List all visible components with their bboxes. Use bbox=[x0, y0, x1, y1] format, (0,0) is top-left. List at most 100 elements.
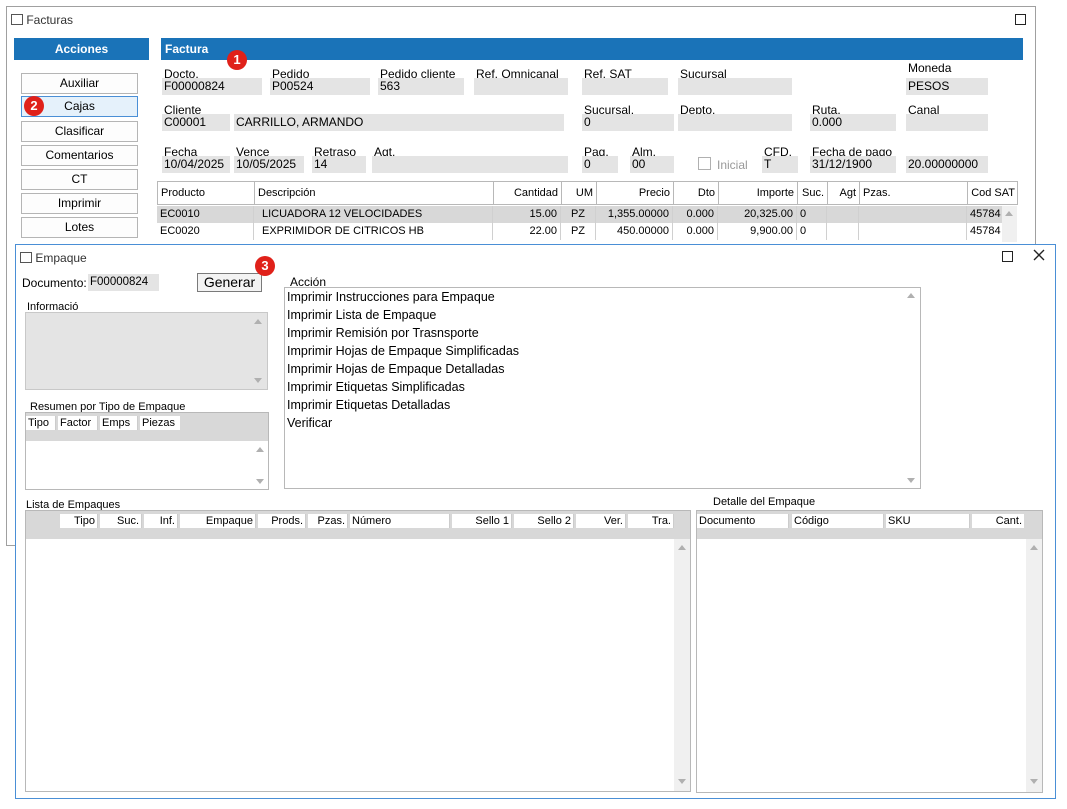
resumen-col-tipo[interactable]: Tipo bbox=[26, 416, 56, 430]
scroll-up-icon[interactable] bbox=[678, 545, 686, 550]
cliente-code-field[interactable]: C00001 bbox=[162, 114, 230, 131]
scroll-down-icon[interactable] bbox=[1030, 779, 1038, 784]
detalle-col-sku[interactable]: SKU bbox=[886, 514, 970, 528]
scroll-up-icon[interactable] bbox=[254, 319, 262, 324]
col-dto[interactable]: Dto bbox=[674, 182, 719, 204]
accion-item-hojas-detalladas[interactable]: Imprimir Hojas de Empaque Detalladas bbox=[285, 360, 920, 378]
sucursal2-field[interactable]: 0 bbox=[582, 114, 674, 131]
ruta-field[interactable]: 0.000 bbox=[810, 114, 896, 131]
fecha-pago-field[interactable]: 31/12/1900 bbox=[810, 156, 896, 173]
resumen-col-factor[interactable]: Factor bbox=[58, 416, 98, 430]
lista-col-prods[interactable]: Prods. bbox=[258, 514, 306, 528]
product-grid-scrollbar[interactable] bbox=[1002, 206, 1017, 242]
retraso-field[interactable]: 14 bbox=[312, 156, 366, 173]
alm-field[interactable]: 00 bbox=[630, 156, 674, 173]
scroll-down-icon[interactable] bbox=[256, 479, 264, 484]
sidebar-button-lotes[interactable]: Lotes bbox=[21, 217, 138, 238]
accion-item-instrucciones[interactable]: Imprimir Instrucciones para Empaque bbox=[285, 288, 920, 306]
accion-item-hojas-simplificadas[interactable]: Imprimir Hojas de Empaque Simplificadas bbox=[285, 342, 920, 360]
accion-item-verificar[interactable]: Verificar bbox=[285, 414, 920, 432]
accion-item-lista[interactable]: Imprimir Lista de Empaque bbox=[285, 306, 920, 324]
cell-importe: 20,325.00 bbox=[718, 206, 797, 223]
sidebar-button-auxiliar[interactable]: Auxiliar bbox=[21, 73, 138, 94]
vence-field[interactable]: 10/05/2025 bbox=[234, 156, 304, 173]
lista-col-suc[interactable]: Suc. bbox=[100, 514, 142, 528]
col-pzas[interactable]: Pzas. bbox=[860, 182, 968, 204]
lista-scrollbar[interactable] bbox=[674, 539, 690, 791]
col-importe[interactable]: Importe bbox=[719, 182, 798, 204]
informacion-textarea[interactable] bbox=[25, 312, 268, 390]
lista-col-numero[interactable]: Número bbox=[350, 514, 450, 528]
resumen-col-piezas[interactable]: Piezas bbox=[140, 416, 180, 430]
lista-col-tipo[interactable]: Tipo bbox=[60, 514, 98, 528]
pedido-field[interactable]: P00524 bbox=[270, 78, 370, 95]
detalle-scrollbar[interactable] bbox=[1026, 539, 1042, 792]
agt-field[interactable] bbox=[372, 156, 568, 173]
lista-col-empaque[interactable]: Empaque bbox=[180, 514, 256, 528]
detalle-col-documento[interactable]: Documento bbox=[697, 514, 789, 528]
resumen-grid[interactable]: Tipo Factor Emps Piezas bbox=[25, 412, 269, 490]
detalle-grid[interactable]: Documento Código SKU Cant. bbox=[696, 510, 1043, 793]
close-icon[interactable] bbox=[1032, 248, 1046, 262]
sidebar-button-clasificar[interactable]: Clasificar bbox=[21, 121, 138, 142]
lista-col-pzas[interactable]: Pzas. bbox=[308, 514, 348, 528]
pedido-cliente-field[interactable]: 563 bbox=[378, 78, 464, 95]
col-cod-sat[interactable]: Cod SAT bbox=[968, 182, 1018, 204]
generar-button[interactable]: Generar bbox=[197, 273, 262, 292]
tipo-cambio-field[interactable]: 20.00000000 bbox=[906, 156, 988, 173]
inicial-checkbox[interactable] bbox=[698, 157, 711, 170]
sidebar-button-imprimir[interactable]: Imprimir bbox=[21, 193, 138, 214]
scroll-up-icon[interactable] bbox=[1030, 545, 1038, 550]
cell-precio: 1,355.00000 bbox=[596, 206, 673, 223]
lista-col-sello1[interactable]: Sello 1 bbox=[452, 514, 512, 528]
col-suc[interactable]: Suc. bbox=[798, 182, 828, 204]
accion-item-etiquetas-simplificadas[interactable]: Imprimir Etiquetas Simplificadas bbox=[285, 378, 920, 396]
scroll-down-icon[interactable] bbox=[678, 779, 686, 784]
maximize-icon[interactable] bbox=[1015, 14, 1026, 25]
maximize-icon[interactable] bbox=[1002, 251, 1013, 262]
sidebar-button-comentarios[interactable]: Comentarios bbox=[21, 145, 138, 166]
col-precio[interactable]: Precio bbox=[597, 182, 674, 204]
canal-field[interactable] bbox=[906, 114, 988, 131]
detalle-col-cant[interactable]: Cant. bbox=[972, 514, 1024, 528]
docto-field[interactable]: F00000824 bbox=[162, 78, 262, 95]
col-um[interactable]: UM bbox=[562, 182, 597, 204]
scroll-down-icon[interactable] bbox=[907, 478, 915, 483]
documento-field[interactable]: F00000824 bbox=[88, 274, 159, 291]
accion-item-etiquetas-detalladas[interactable]: Imprimir Etiquetas Detalladas bbox=[285, 396, 920, 414]
cell-suc: 0 bbox=[797, 206, 827, 223]
moneda-field[interactable]: PESOS bbox=[906, 78, 988, 95]
accion-item-remision[interactable]: Imprimir Remisión por Trasnsporte bbox=[285, 324, 920, 342]
pag-field[interactable]: 0 bbox=[582, 156, 618, 173]
lista-col-ver[interactable]: Ver. bbox=[576, 514, 626, 528]
lista-grid[interactable]: Tipo Suc. Inf. Empaque Prods. Pzas. Núme… bbox=[25, 510, 691, 792]
cfd-field[interactable]: T bbox=[762, 156, 798, 173]
fecha-field[interactable]: 10/04/2025 bbox=[162, 156, 230, 173]
ref-sat-field[interactable] bbox=[582, 78, 668, 95]
col-cantidad[interactable]: Cantidad bbox=[494, 182, 562, 204]
sidebar-button-ct[interactable]: CT bbox=[21, 169, 138, 190]
table-row[interactable]: EC0020 EXPRIMIDOR DE CITRICOS HB 22.00 P… bbox=[157, 223, 1002, 240]
cell-um: PZ bbox=[561, 223, 596, 240]
col-agt[interactable]: Agt bbox=[828, 182, 860, 204]
resumen-col-emps[interactable]: Emps bbox=[100, 416, 138, 430]
scroll-down-icon[interactable] bbox=[254, 378, 262, 383]
ref-omnicanal-field[interactable] bbox=[474, 78, 568, 95]
window-icon bbox=[20, 252, 32, 264]
table-row[interactable]: EC0010 LICUADORA 12 VELOCIDADES 15.00 PZ… bbox=[157, 206, 1002, 223]
sucursal-field[interactable] bbox=[678, 78, 792, 95]
lista-col-tra[interactable]: Tra. bbox=[628, 514, 674, 528]
depto-field[interactable] bbox=[678, 114, 792, 131]
lista-col-inf[interactable]: Inf. bbox=[144, 514, 178, 528]
scroll-up-icon[interactable] bbox=[1005, 211, 1013, 216]
col-producto[interactable]: Producto bbox=[158, 182, 255, 204]
scroll-up-icon[interactable] bbox=[256, 447, 264, 452]
scroll-up-icon[interactable] bbox=[907, 293, 915, 298]
cliente-name-field[interactable]: CARRILLO, ARMANDO bbox=[234, 114, 564, 131]
detalle-col-codigo[interactable]: Código bbox=[792, 514, 884, 528]
cell-cantidad: 15.00 bbox=[493, 206, 561, 223]
lista-col-sello2[interactable]: Sello 2 bbox=[514, 514, 574, 528]
cell-pzas bbox=[859, 223, 967, 240]
accion-list[interactable]: Imprimir Instrucciones para Empaque Impr… bbox=[284, 287, 921, 489]
col-descripcion[interactable]: Descripción bbox=[255, 182, 494, 204]
